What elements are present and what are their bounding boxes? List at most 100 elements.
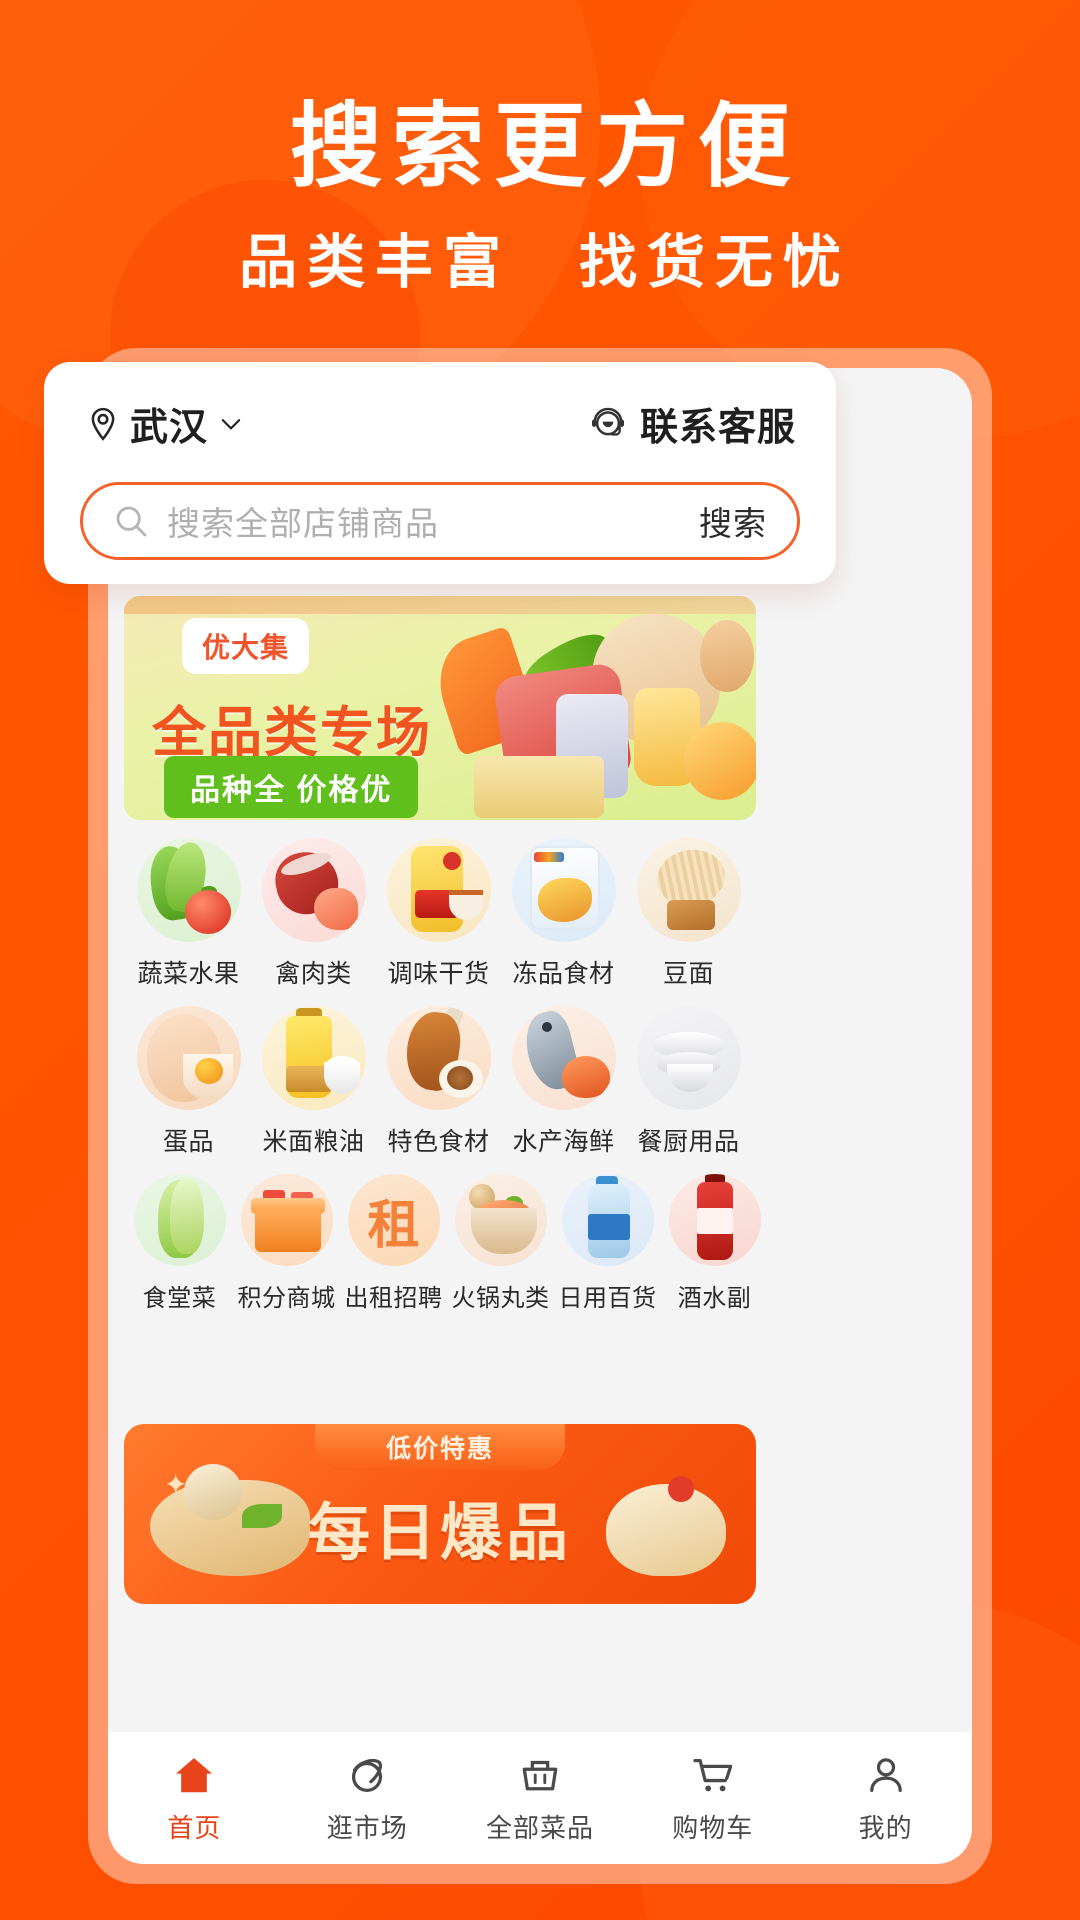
promo-food-art-right: [606, 1484, 726, 1576]
category-label: 酒水副: [677, 1285, 752, 1312]
category-item-points-mall[interactable]: 积分商城: [233, 1174, 340, 1313]
bean-noodle-icon: [636, 838, 741, 942]
basket-icon: [522, 1760, 558, 1790]
category-label: 积分商城: [237, 1285, 336, 1312]
category-label: 蔬菜水果: [137, 960, 240, 988]
category-label: 特色食材: [387, 1128, 490, 1156]
banner-noodle-art: [474, 756, 604, 818]
daily-goods-icon: [561, 1174, 654, 1266]
category-label: 食堂菜: [142, 1285, 217, 1312]
nav-item-home[interactable]: 首页: [108, 1752, 281, 1845]
promo-tab-label: 低价特惠: [315, 1424, 565, 1470]
banner-fruit-art: [684, 722, 756, 800]
nav-item-profile[interactable]: 我的: [799, 1752, 972, 1845]
kitchenware-icon: [636, 1006, 741, 1110]
category-item-bean-noodle[interactable]: 豆面: [626, 838, 751, 990]
category-item-kitchenware[interactable]: 餐厨用品: [626, 1006, 751, 1158]
banner-pill: 品种全 价格优: [164, 756, 419, 818]
category-label: 餐厨用品: [637, 1128, 740, 1156]
category-item-rice-flour-oil[interactable]: 米面粮油: [251, 1006, 376, 1158]
category-label: 豆面: [662, 960, 714, 988]
bottom-navigation: 首页 逛市场 全部菜品 购物车 我的: [108, 1732, 972, 1864]
canteen-vegetables-icon: [133, 1174, 226, 1266]
rice-flour-oil-icon: [261, 1006, 366, 1110]
category-label: 日用百货: [558, 1285, 657, 1312]
frozen-food-icon: [511, 838, 616, 942]
search-icon: [116, 506, 147, 537]
category-label: 米面粮油: [262, 1128, 365, 1156]
seafood-icon: [511, 1006, 616, 1110]
promo-title: 每日爆品: [307, 1499, 573, 1568]
hero-title: 搜索更方便: [289, 96, 800, 198]
drinks-icon: [668, 1174, 761, 1266]
promo-leaf-art: [242, 1504, 282, 1528]
phone-screen: 优大集 全品类专场 品种全 价格优 蔬菜水果 禽肉类 调味干货 冻品食材 豆面 …: [108, 368, 972, 1864]
nav-label: 我的: [858, 1812, 913, 1843]
location-pin-icon: [91, 407, 115, 441]
search-button[interactable]: 搜索: [699, 497, 767, 545]
vegetables-fruit-icon: [136, 838, 241, 942]
category-item-canteen-vegetables[interactable]: 食堂菜: [126, 1174, 233, 1313]
category-item-poultry-meat[interactable]: 禽肉类: [251, 838, 376, 990]
headset-icon: [591, 407, 624, 436]
hotpot-balls-icon: [454, 1174, 547, 1266]
category-item-drinks[interactable]: 酒水副: [661, 1174, 768, 1313]
promo-food-art-left-2: [184, 1464, 242, 1520]
category-label: 冻品食材: [512, 960, 615, 988]
points-mall-icon: [240, 1174, 333, 1266]
category-label: 禽肉类: [275, 960, 352, 988]
hero-subtitle: 品类丰富 找货无忧: [238, 230, 851, 296]
category-row-2: 蛋品 米面粮油 特色食材 水产海鲜 餐厨用品: [108, 1006, 972, 1164]
nav-label: 购物车: [672, 1812, 754, 1843]
category-label: 蛋品: [162, 1128, 214, 1156]
category-item-daily-goods[interactable]: 日用百货: [554, 1174, 661, 1313]
category-item-egg[interactable]: 蛋品: [126, 1006, 251, 1158]
category-item-seafood[interactable]: 水产海鲜: [501, 1006, 626, 1158]
contact-service-button[interactable]: 联系客服: [588, 396, 796, 451]
market-icon: [352, 1758, 383, 1792]
nav-label: 首页: [167, 1812, 222, 1843]
banner-egg-art: [700, 620, 754, 692]
category-grid: 蔬菜水果 禽肉类 调味干货 冻品食材 豆面 蛋品 米面粮油 特色食材 水产海鲜 …: [108, 838, 972, 1329]
seasoning-dry-goods-icon: [386, 838, 491, 942]
daily-deals-banner[interactable]: ✦ 低价特惠 每日爆品: [124, 1424, 756, 1604]
search-card: 武汉 联系客服 搜索全部店铺商品 搜索: [44, 362, 836, 584]
search-card-header: 武汉 联系客服: [84, 396, 796, 451]
category-item-specialty-ingredients[interactable]: 特色食材: [376, 1006, 501, 1158]
category-item-seasoning-dry-goods[interactable]: 调味干货: [376, 838, 501, 990]
search-input[interactable]: 搜索全部店铺商品: [167, 497, 683, 545]
app-content: 优大集 全品类专场 品种全 价格优 蔬菜水果 禽肉类 调味干货 冻品食材 豆面 …: [108, 368, 972, 1864]
rent-recruit-icon: 租: [347, 1174, 440, 1266]
category-label: 调味干货: [387, 960, 490, 988]
nav-item-cart[interactable]: 购物车: [626, 1752, 799, 1845]
category-row-3[interactable]: 食堂菜 积分商城 租 出租招聘 火锅丸类 日用百货 酒水副: [108, 1174, 972, 1319]
category-item-frozen-food[interactable]: 冻品食材: [501, 838, 626, 990]
nav-label: 逛市场: [326, 1812, 408, 1843]
hero-headline: 搜索更方便 品类丰富 找货无忧: [0, 96, 1080, 299]
banner-logo-badge: 优大集: [182, 618, 310, 674]
category-label: 出租招聘: [344, 1285, 443, 1312]
category-label: 火锅丸类: [451, 1285, 550, 1312]
category-row-1: 蔬菜水果 禽肉类 调味干货 冻品食材 豆面: [108, 838, 972, 996]
user-icon: [869, 1757, 902, 1792]
nav-item-market[interactable]: 逛市场: [281, 1752, 454, 1845]
sparkle-icon: ✦: [164, 1469, 188, 1500]
contact-service-label: 联系客服: [639, 407, 796, 449]
specialty-ingredients-icon: [386, 1006, 491, 1110]
promo-cherry-art: [668, 1476, 694, 1502]
category-label: 水产海鲜: [512, 1128, 615, 1156]
category-promo-banner[interactable]: 优大集 全品类专场 品种全 价格优: [124, 596, 756, 820]
nav-item-all-dishes[interactable]: 全部菜品: [454, 1752, 627, 1845]
category-item-hotpot-balls[interactable]: 火锅丸类: [447, 1174, 554, 1313]
banner-top-strip: [124, 596, 756, 614]
location-label: 武汉: [130, 407, 209, 449]
search-bar[interactable]: 搜索全部店铺商品 搜索: [80, 482, 800, 560]
category-item-vegetables-fruit[interactable]: 蔬菜水果: [126, 838, 251, 990]
cart-icon: [693, 1758, 733, 1791]
egg-icon: [136, 1006, 241, 1110]
poultry-meat-icon: [261, 838, 366, 942]
category-item-rent-recruit[interactable]: 租 出租招聘: [340, 1174, 447, 1313]
location-selector[interactable]: 武汉: [84, 396, 246, 451]
home-icon: [176, 1757, 213, 1792]
nav-label: 全部菜品: [485, 1812, 594, 1843]
